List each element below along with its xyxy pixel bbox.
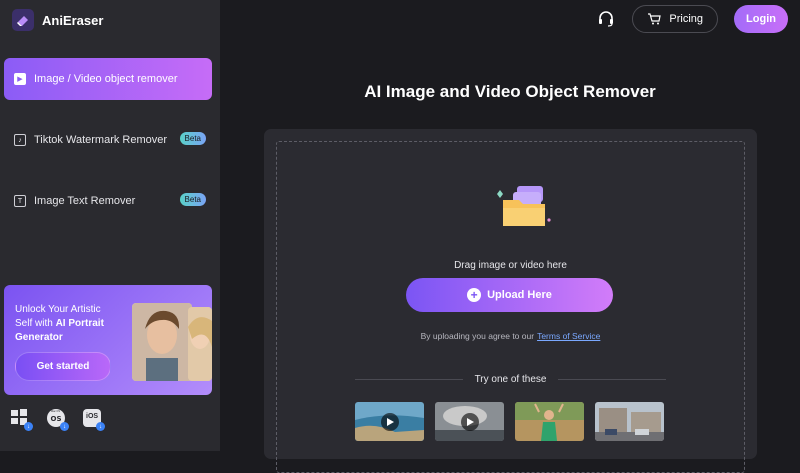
header-actions: Pricing Login (596, 5, 788, 33)
try-label: Try one of these (474, 373, 547, 385)
windows-download-button[interactable]: ↓ (10, 408, 33, 431)
download-apps: ↓ OS Mac OS ↓ iOS ↓ (10, 408, 105, 431)
sample-thumbnail-smoke[interactable] (435, 402, 504, 441)
play-icon (461, 413, 479, 431)
beta-badge: Beta (179, 132, 206, 145)
sample-thumbnail-woman[interactable] (515, 402, 584, 441)
portrait-image (132, 303, 192, 381)
text-frame-icon: T (14, 195, 26, 207)
portrait-image-secondary (188, 307, 212, 381)
sidebar-item-label: Image Text Remover (34, 195, 136, 207)
page-title: AI Image and Video Object Remover (364, 82, 656, 101)
sidebar: AniEraser ▶ Image / Video object remover… (0, 0, 220, 451)
download-icon: ↓ (24, 422, 33, 431)
promo-banner[interactable]: Unlock Your Artistic Self with AI Portra… (4, 285, 212, 395)
sidebar-item-object-remover[interactable]: ▶ Image / Video object remover (4, 58, 212, 100)
play-icon: ▶ (14, 73, 26, 85)
app-name: AniEraser (42, 12, 104, 28)
sample-thumbnails (355, 402, 664, 441)
plus-icon: + (467, 288, 482, 302)
upload-button[interactable]: + Upload Here (406, 278, 613, 312)
folder-icon (495, 184, 553, 230)
sample-thumbnail-street[interactable] (595, 402, 664, 441)
drag-instruction: Drag image or video here (454, 260, 567, 271)
ios-download-button[interactable]: iOS ↓ (82, 408, 105, 431)
download-icon: ↓ (60, 422, 69, 431)
upload-panel: Drag image or video here + Upload Here B… (264, 129, 757, 473)
eraser-logo-icon (12, 9, 34, 31)
pricing-button[interactable]: Pricing (632, 5, 718, 33)
support-headset-icon[interactable] (596, 9, 616, 29)
cart-icon (648, 13, 662, 25)
app-logo[interactable]: AniEraser (12, 8, 103, 32)
svg-text:OS: OS (51, 415, 62, 423)
promo-text: Unlock Your Artistic Self with AI Portra… (15, 304, 104, 343)
sidebar-item-label: Tiktok Watermark Remover (34, 134, 168, 146)
sidebar-item-image-text-remover[interactable]: T Image Text Remover Beta (4, 180, 212, 222)
download-icon: ↓ (96, 422, 105, 431)
terms-of-service-link[interactable]: Terms of Service (537, 331, 600, 341)
sidebar-item-label: Image / Video object remover (34, 73, 178, 85)
terms-notice: By uploading you agree to our Terms of Se… (420, 331, 601, 341)
try-divider: Try one of these (355, 372, 667, 386)
drop-zone[interactable]: Drag image or video here + Upload Here B… (276, 141, 745, 473)
sidebar-item-tiktok-watermark[interactable]: ♪ Tiktok Watermark Remover Beta (4, 119, 212, 161)
get-started-button[interactable]: Get started (15, 352, 111, 381)
login-button[interactable]: Login (734, 5, 788, 33)
mac-download-button[interactable]: OS Mac OS ↓ (46, 408, 69, 431)
play-icon (381, 413, 399, 431)
sample-thumbnail-coast[interactable] (355, 402, 424, 441)
beta-badge: Beta (179, 193, 206, 206)
tiktok-icon: ♪ (14, 134, 26, 146)
